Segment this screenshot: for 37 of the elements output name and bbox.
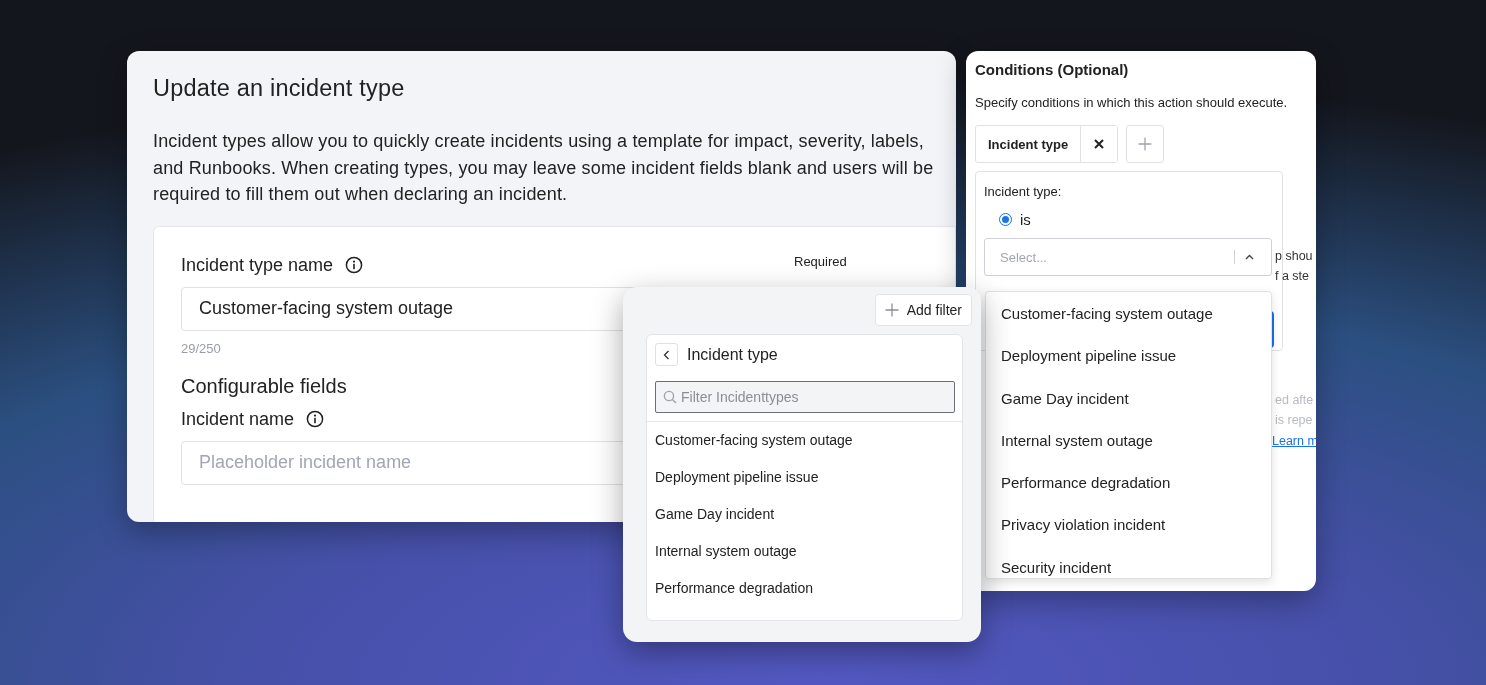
- dialog-title: Update an incident type: [153, 75, 406, 102]
- option-item[interactable]: Game Day incident: [986, 388, 1271, 431]
- field-label: Incident type name: [181, 254, 334, 276]
- background-text: f a ste: [1275, 269, 1310, 283]
- option-item[interactable]: Deployment pipeline issue: [986, 346, 1271, 389]
- radio-option[interactable]: is: [999, 211, 1282, 228]
- panel-title: Incident type: [687, 345, 778, 364]
- background-text: ed afte: [1275, 393, 1314, 407]
- option-item[interactable]: Performance degradation: [986, 473, 1271, 516]
- add-filter-button[interactable]: Add filter: [874, 294, 972, 326]
- background-text: is repe: [1275, 413, 1313, 427]
- field-label: Incident type:: [984, 184, 1063, 199]
- field-label: Incident name: [181, 408, 295, 430]
- option-item[interactable]: Customer-facing system outage: [986, 304, 1271, 347]
- panel-title: Conditions (Optional): [975, 61, 1130, 78]
- close-icon: [1094, 139, 1105, 149]
- search-field[interactable]: Filter Incidenttypes: [655, 381, 955, 413]
- option-item[interactable]: Game Day incident: [647, 505, 962, 542]
- info-icon[interactable]: [345, 256, 364, 274]
- option-item[interactable]: Internal system outage: [986, 430, 1271, 474]
- plus-icon: [1138, 137, 1153, 151]
- option-item[interactable]: Performance degradation: [647, 579, 962, 616]
- character-counter: 29/250: [181, 340, 221, 356]
- option-item[interactable]: Security incident: [986, 557, 1271, 578]
- option-item[interactable]: Privacy violation incident: [986, 515, 1271, 558]
- chevron-up-icon: [1245, 254, 1254, 260]
- search-icon: [663, 390, 677, 404]
- option-item[interactable]: Internal system outage: [647, 542, 962, 579]
- info-icon[interactable]: [306, 410, 325, 428]
- description-text: Incident types allow you to quickly create incidents using a template for impact, severity, labels, and Runbooks. When creating types, you may leave some incident fields blank and users will be required to fill them out when declaring an incident.: [153, 130, 935, 206]
- plus-icon: [884, 303, 899, 317]
- chevron-left-icon: [663, 349, 670, 360]
- description-text: Specify conditions in which this action should execute.: [975, 95, 1289, 110]
- back-button[interactable]: [655, 343, 678, 366]
- required-label: Required: [794, 253, 847, 269]
- section-title: Configurable fields: [181, 374, 347, 398]
- background-text: p shou: [1275, 249, 1313, 263]
